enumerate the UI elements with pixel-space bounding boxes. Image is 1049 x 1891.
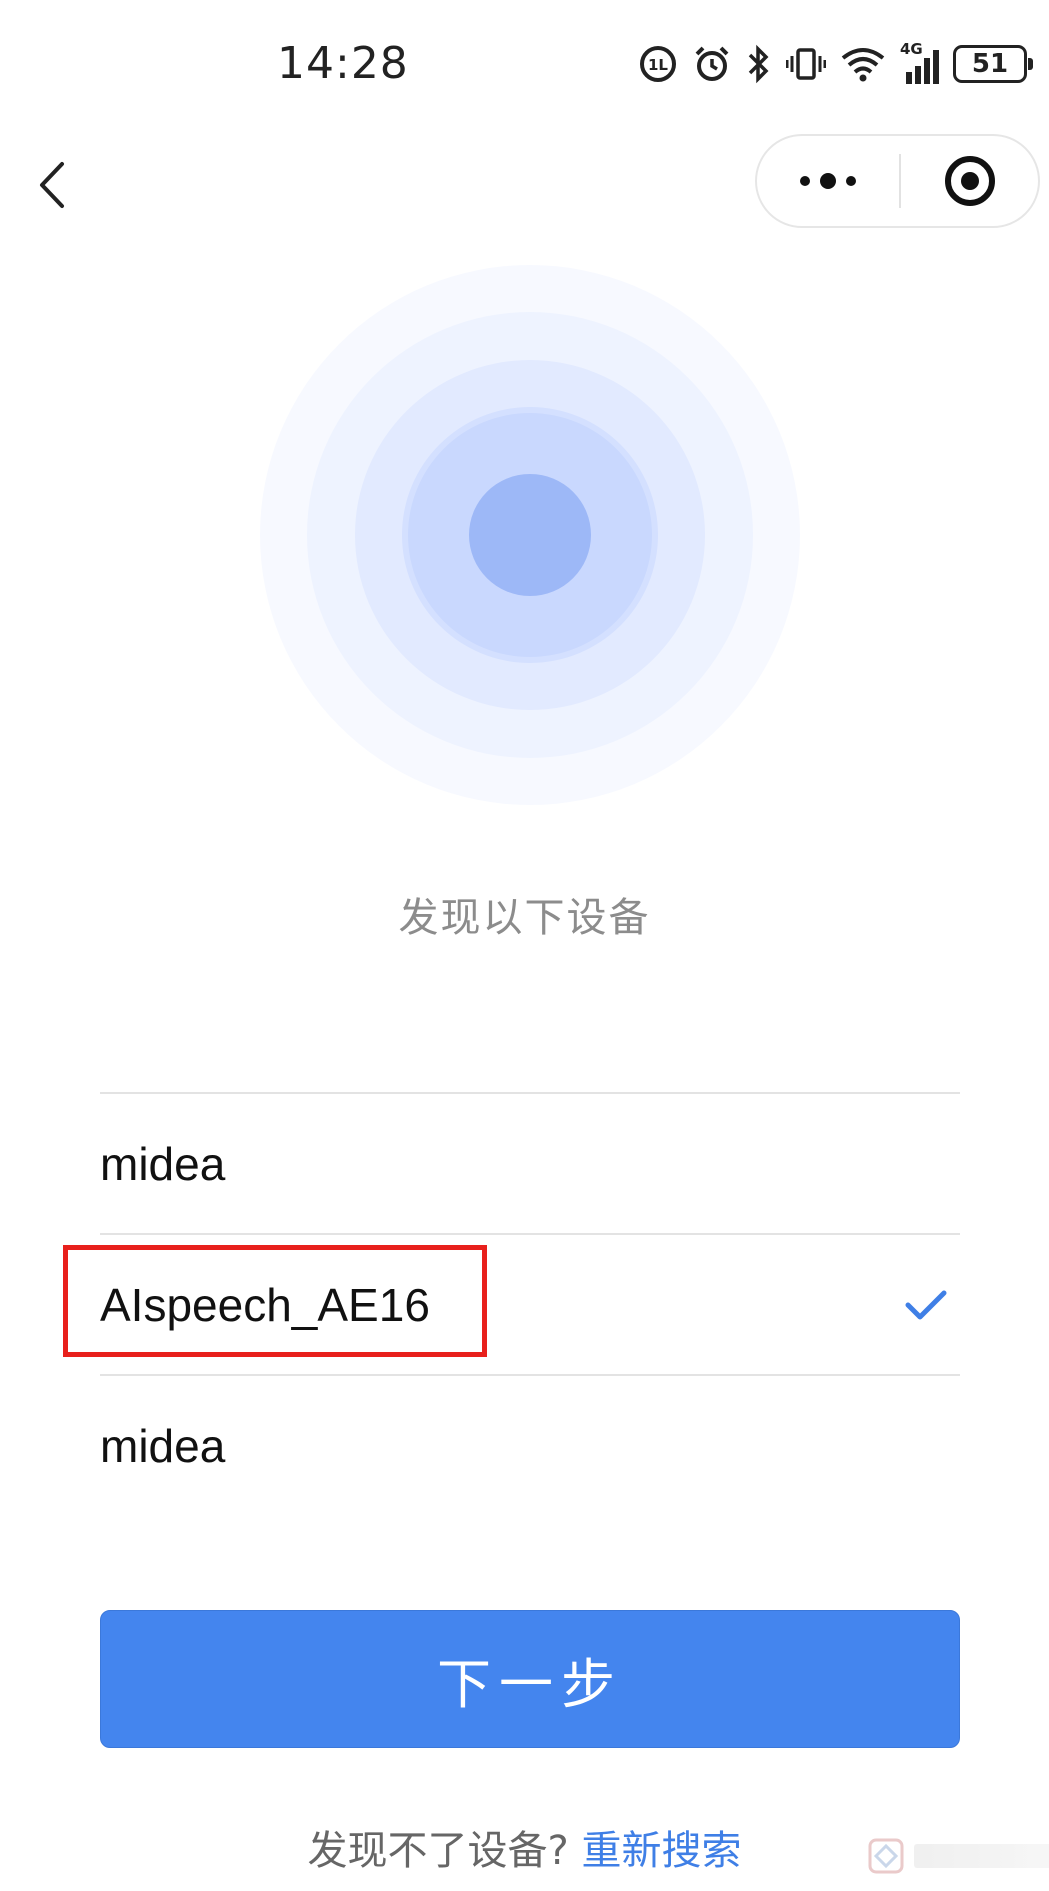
cannot-find-device-text: 发现不了设备?	[307, 1828, 569, 1874]
more-button[interactable]	[757, 136, 899, 226]
wifi-icon	[841, 48, 885, 82]
alarm-icon	[695, 46, 729, 81]
watermark-logo	[866, 1836, 1049, 1876]
back-button[interactable]	[28, 150, 76, 220]
chevron-left-icon	[40, 162, 64, 208]
device-item[interactable]: midea	[100, 1094, 960, 1235]
research-link[interactable]: 重新搜索	[581, 1828, 741, 1874]
device-item-selected[interactable]: AIspeech_AE16	[100, 1235, 960, 1376]
target-circle-icon	[944, 156, 995, 206]
miniprogram-capsule	[755, 134, 1040, 228]
device-name: midea	[100, 1419, 226, 1472]
next-step-button[interactable]: 下一步	[100, 1610, 960, 1748]
device-name: midea	[100, 1137, 226, 1190]
svg-text:1L: 1L	[648, 56, 668, 74]
device-list: midea AIspeech_AE16 midea	[100, 1092, 960, 1515]
scanning-radar	[260, 265, 800, 805]
hd-call-icon: 1L	[640, 46, 676, 82]
checkmark-icon	[905, 1290, 947, 1319]
status-time: 14:28	[277, 38, 409, 89]
battery-level: 51	[971, 49, 1009, 79]
device-item[interactable]: midea	[100, 1376, 960, 1515]
close-miniprogram-button[interactable]	[901, 136, 1038, 226]
device-name: AIspeech_AE16	[100, 1278, 430, 1331]
network-type: 4G	[900, 40, 923, 58]
watermark-icon	[868, 1838, 904, 1874]
more-dots-icon	[800, 173, 856, 189]
cellular-signal-icon: 4G	[900, 40, 939, 84]
battery-icon: 51	[953, 45, 1033, 83]
vibrate-icon	[786, 48, 826, 80]
radar-center	[469, 474, 591, 596]
status-icons: 1L 4G 51	[638, 40, 1033, 86]
status-bar: 14:28 1L 4G 51	[0, 0, 1049, 120]
found-devices-title: 发现以下设备	[398, 895, 651, 941]
bluetooth-icon	[748, 44, 769, 84]
